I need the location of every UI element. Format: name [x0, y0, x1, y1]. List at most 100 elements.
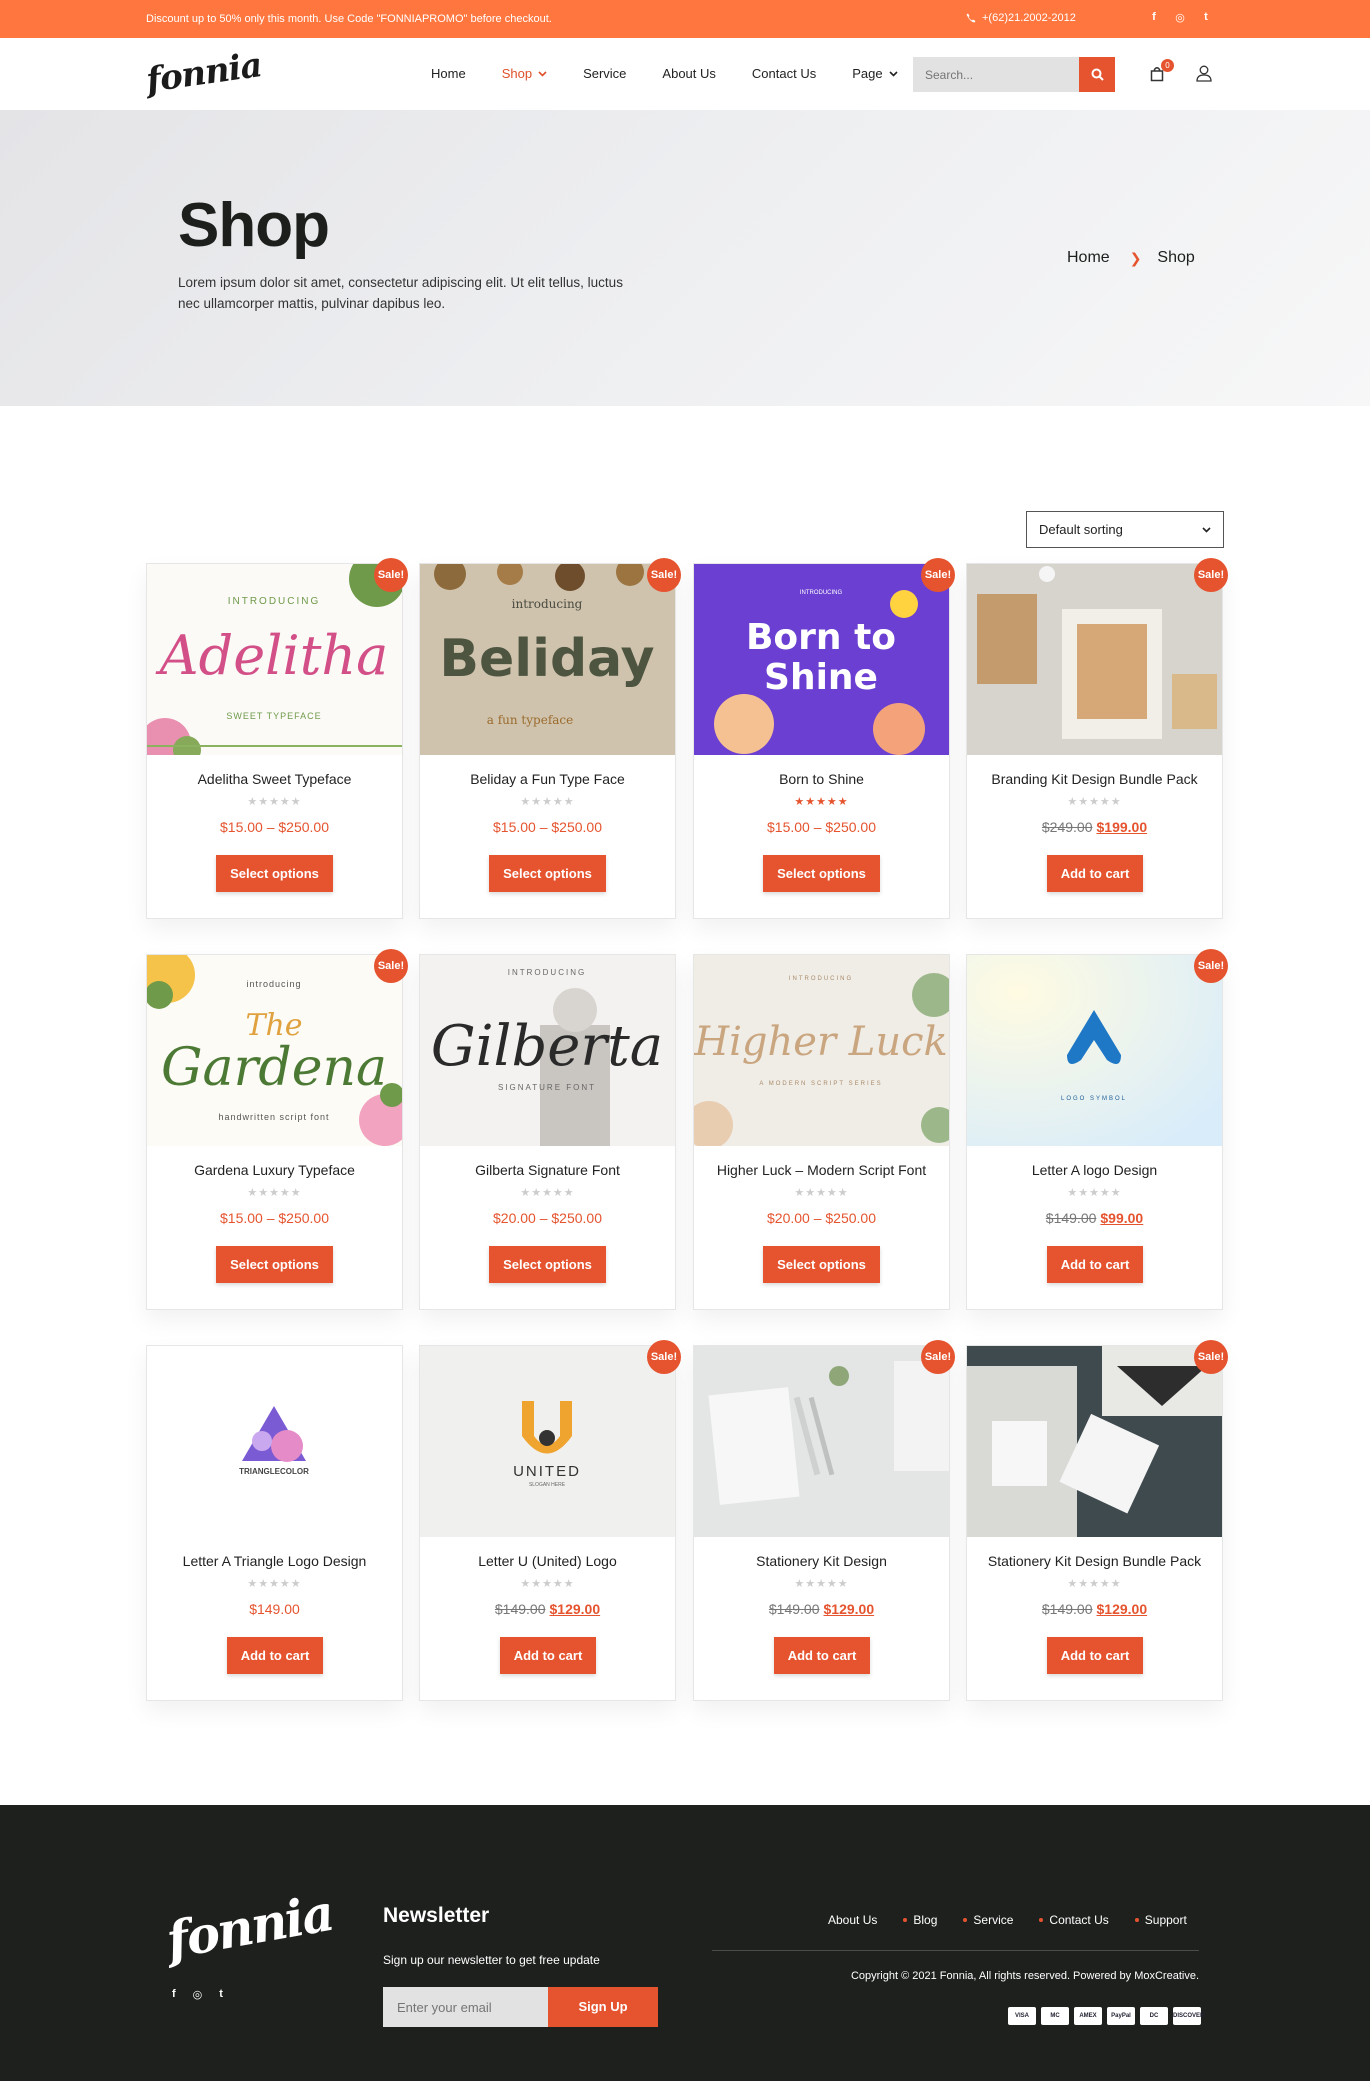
add-to-cart-button[interactable]: Add to cart: [1047, 1246, 1143, 1283]
product-card[interactable]: Sale! Branding Kit Design Bundle Pack ★★★★…: [966, 558, 1228, 919]
sale-badge: Sale!: [647, 1340, 681, 1374]
select-options-button[interactable]: Select options: [216, 1246, 333, 1283]
nav-page[interactable]: Page: [852, 66, 898, 81]
product-image[interactable]: INTRODUCING Higher Luck A MODERN SCRIPT SE…: [694, 955, 949, 1146]
product-image[interactable]: [967, 564, 1222, 755]
chevron-down-icon: [889, 70, 898, 77]
instagram-icon[interactable]: ◎: [1174, 11, 1186, 24]
product-card[interactable]: Sale! introducing Beliday a fun typeface Bel…: [419, 558, 681, 919]
footer-link-support[interactable]: Support: [1109, 1913, 1187, 1927]
user-icon: [1196, 65, 1212, 82]
chevron-right-icon: ❯: [1129, 249, 1142, 266]
product-image[interactable]: [694, 1346, 949, 1537]
search-input[interactable]: [913, 57, 1079, 92]
product-title[interactable]: Letter A logo Design: [967, 1162, 1222, 1178]
footer-link-label: About Us: [828, 1913, 878, 1927]
product-title[interactable]: Adelitha Sweet Typeface: [147, 771, 402, 787]
instagram-icon[interactable]: ◎: [193, 1988, 203, 2001]
product-image[interactable]: LOGO SYMBOL: [967, 955, 1222, 1146]
product-card[interactable]: INTRODUCING Higher Luck A MODERN SCRIPT SE…: [693, 954, 950, 1310]
product-price: $15.00 – $250.00: [767, 819, 876, 835]
chevron-down-icon: [1202, 526, 1211, 533]
product-price: $149.00 $129.00: [967, 1601, 1222, 1617]
site-logo[interactable]: fonnia: [144, 45, 264, 101]
breadcrumb-home[interactable]: Home: [1067, 249, 1110, 267]
nav-contact[interactable]: Contact Us: [752, 66, 816, 81]
facebook-icon[interactable]: f: [172, 1988, 176, 2001]
product-title[interactable]: Gardena Luxury Typeface: [147, 1162, 402, 1178]
product-title[interactable]: Born to Shine: [694, 771, 949, 787]
nav-shop-label: Shop: [501, 66, 533, 81]
product-card[interactable]: Sale! LOGO SYMBOL Letter A logo Design ★★★★…: [966, 949, 1228, 1310]
product-card[interactable]: Sale! UNITED SLOGAN HERE Letter U (United) …: [419, 1340, 681, 1701]
search-button[interactable]: [1079, 57, 1115, 92]
product-title[interactable]: Letter A Triangle Logo Design: [147, 1553, 402, 1569]
add-to-cart-button[interactable]: Add to cart: [1047, 855, 1143, 892]
product-title[interactable]: Letter U (United) Logo: [420, 1553, 675, 1569]
add-to-cart-button[interactable]: Add to cart: [500, 1637, 596, 1674]
mastercard-icon: MC: [1041, 2007, 1069, 2025]
product-title[interactable]: Stationery Kit Design: [694, 1553, 949, 1569]
page-hero: Shop Lorem ipsum dolor sit amet, consect…: [0, 110, 1370, 406]
account-button[interactable]: [1196, 65, 1212, 87]
select-options-button[interactable]: Select options: [489, 855, 606, 892]
add-to-cart-button[interactable]: Add to cart: [774, 1637, 870, 1674]
product-card[interactable]: TRIANGLECOLOR Letter A Triangle Logo Desi…: [146, 1345, 403, 1701]
product-title[interactable]: Stationery Kit Design Bundle Pack: [967, 1553, 1222, 1569]
product-card[interactable]: Sale! INTRODUCING Born to Shine Born to Shin…: [693, 558, 955, 919]
product-card[interactable]: INTRODUCING Gilberta SIGNATURE FONT Gilbert…: [419, 954, 676, 1310]
twitter-icon[interactable]: t: [219, 1988, 223, 2001]
footer-link-contact[interactable]: Contact Us: [1013, 1913, 1109, 1927]
footer-link-service[interactable]: Service: [937, 1913, 1013, 1927]
star-rating-icon: ★★★★★: [520, 796, 575, 808]
nav-home[interactable]: Home: [431, 66, 466, 81]
select-options-button[interactable]: Select options: [763, 1246, 880, 1283]
sale-badge: Sale!: [1194, 949, 1228, 983]
product-title[interactable]: Gilberta Signature Font: [420, 1162, 675, 1178]
twitter-icon[interactable]: t: [1200, 11, 1212, 24]
phone-contact[interactable]: +(62)21.2002-2012: [966, 12, 1076, 24]
hero-description: Lorem ipsum dolor sit amet, consectetur …: [178, 275, 623, 311]
svg-text:Born to: Born to: [746, 617, 896, 658]
nav-service[interactable]: Service: [583, 66, 626, 81]
facebook-icon[interactable]: f: [1148, 11, 1160, 24]
add-to-cart-button[interactable]: Add to cart: [1047, 1637, 1143, 1674]
add-to-cart-button[interactable]: Add to cart: [227, 1637, 323, 1674]
product-image[interactable]: UNITED SLOGAN HERE: [420, 1346, 675, 1537]
svg-text:Adelitha: Adelitha: [155, 624, 389, 687]
product-card[interactable]: Sale! Stationery Kit Design ★★★★★ $149.00 $1…: [693, 1340, 955, 1701]
visa-icon: VISA: [1008, 2007, 1036, 2025]
footer-link-about[interactable]: About Us: [828, 1913, 877, 1927]
cart-button[interactable]: 0: [1150, 59, 1174, 86]
nav-about[interactable]: About Us: [662, 66, 715, 81]
bullet-icon: [1134, 1918, 1139, 1922]
sale-badge: Sale!: [1194, 558, 1228, 592]
svg-text:Gilberta: Gilberta: [431, 1014, 663, 1079]
product-image[interactable]: TRIANGLECOLOR: [147, 1346, 402, 1537]
product-image[interactable]: [967, 1346, 1222, 1537]
star-rating-icon: ★★★★★: [1067, 1578, 1122, 1590]
select-options-button[interactable]: Select options: [489, 1246, 606, 1283]
product-card[interactable]: Sale! Stationery Kit Design Bundle Pack ★★…: [966, 1340, 1228, 1701]
svg-text:SWEET TYPEFACE: SWEET TYPEFACE: [226, 711, 321, 721]
product-image[interactable]: introducing Beliday a fun typeface: [420, 564, 675, 755]
diners-icon: DC: [1140, 2007, 1168, 2025]
newsletter-signup-button[interactable]: Sign Up: [548, 1987, 658, 2027]
footer-link-blog[interactable]: Blog: [877, 1913, 937, 1927]
product-title[interactable]: Beliday a Fun Type Face: [420, 771, 675, 787]
product-image[interactable]: INTRODUCING Born to Shine: [694, 564, 949, 755]
product-image[interactable]: introducing The Gardena handwritten script …: [147, 955, 402, 1146]
promo-topbar: Discount up to 50% only this month. Use …: [0, 0, 1370, 38]
product-card[interactable]: Sale! introducing The Gardena handwritten sc…: [146, 949, 408, 1310]
nav-shop[interactable]: Shop: [502, 66, 547, 81]
sort-select[interactable]: Default sorting: [1026, 511, 1224, 548]
newsletter-email-input[interactable]: [383, 1987, 548, 2027]
footer-logo[interactable]: fonnia: [162, 1883, 337, 1970]
product-title[interactable]: Branding Kit Design Bundle Pack: [967, 771, 1222, 787]
product-card[interactable]: Sale! INTRODUCING Adelitha SWEET TYPEFACE Ad…: [146, 558, 408, 919]
select-options-button[interactable]: Select options: [763, 855, 880, 892]
select-options-button[interactable]: Select options: [216, 855, 333, 892]
product-title[interactable]: Higher Luck – Modern Script Font: [694, 1162, 949, 1178]
product-image[interactable]: INTRODUCING Gilberta SIGNATURE FONT: [420, 955, 675, 1146]
product-image[interactable]: INTRODUCING Adelitha SWEET TYPEFACE: [147, 564, 402, 755]
